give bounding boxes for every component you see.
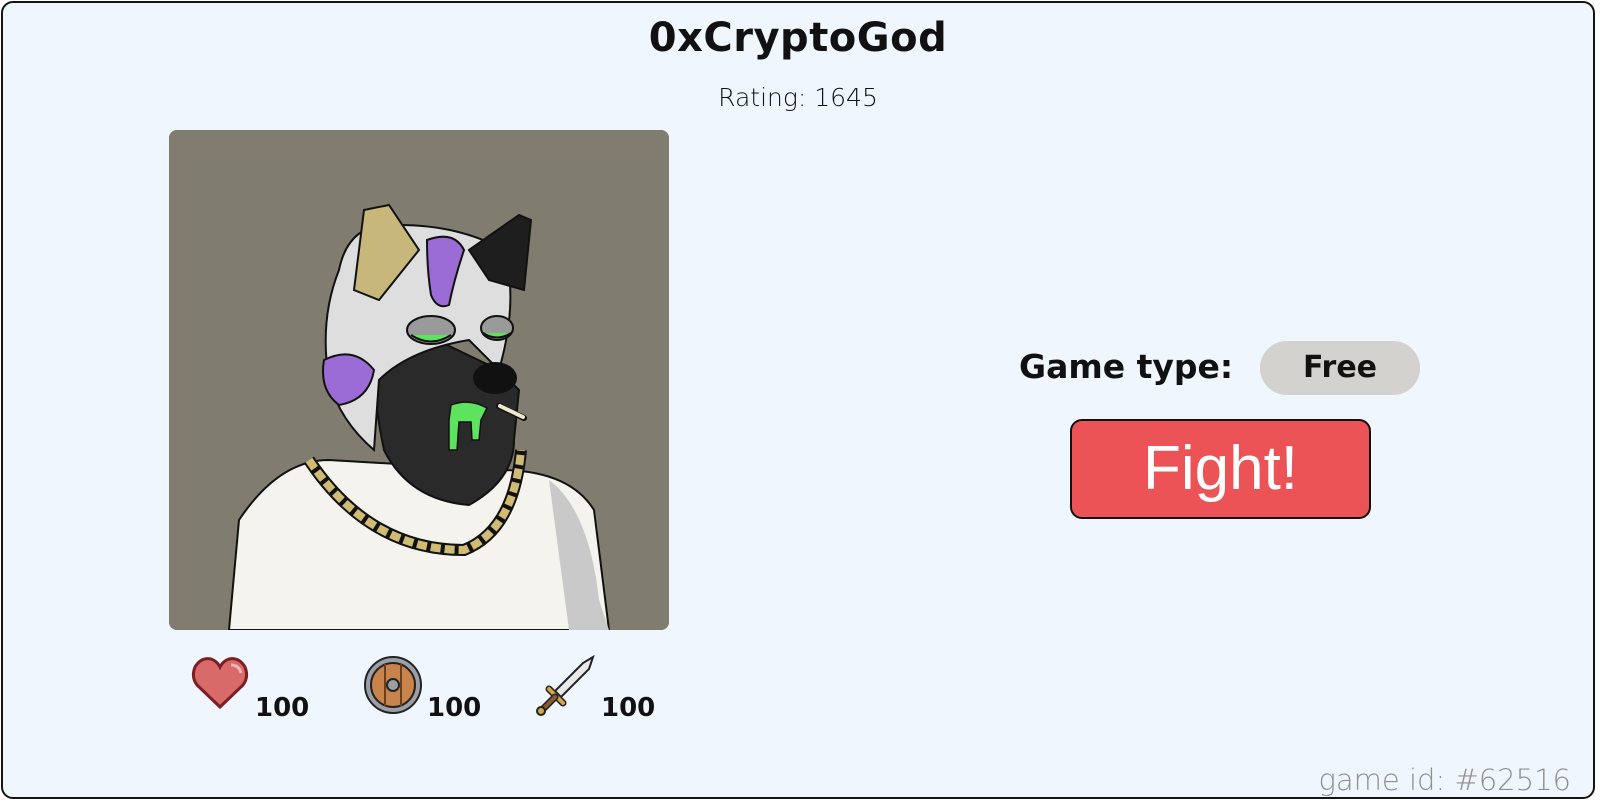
heart-icon	[191, 657, 249, 710]
attack-value: 100	[601, 693, 656, 723]
player-name: 0xCryptoGod	[648, 15, 948, 61]
game-id: game id: #62516	[1318, 763, 1572, 797]
health-value: 100	[255, 693, 310, 723]
game-type-badge: Free	[1260, 341, 1420, 395]
player-avatar	[169, 130, 669, 630]
sword-icon	[536, 655, 595, 716]
player-rating: Rating: 1645	[718, 83, 878, 112]
shield-icon	[364, 656, 422, 714]
fight-button[interactable]: Fight!	[1070, 419, 1371, 519]
game-type-label: Game type:	[1019, 347, 1234, 386]
game-card: 0xCryptoGod Rating: 1645 100 100 100 Gam…	[1, 1, 1595, 799]
defense-value: 100	[427, 693, 482, 723]
hyena-avatar-icon	[169, 130, 669, 630]
